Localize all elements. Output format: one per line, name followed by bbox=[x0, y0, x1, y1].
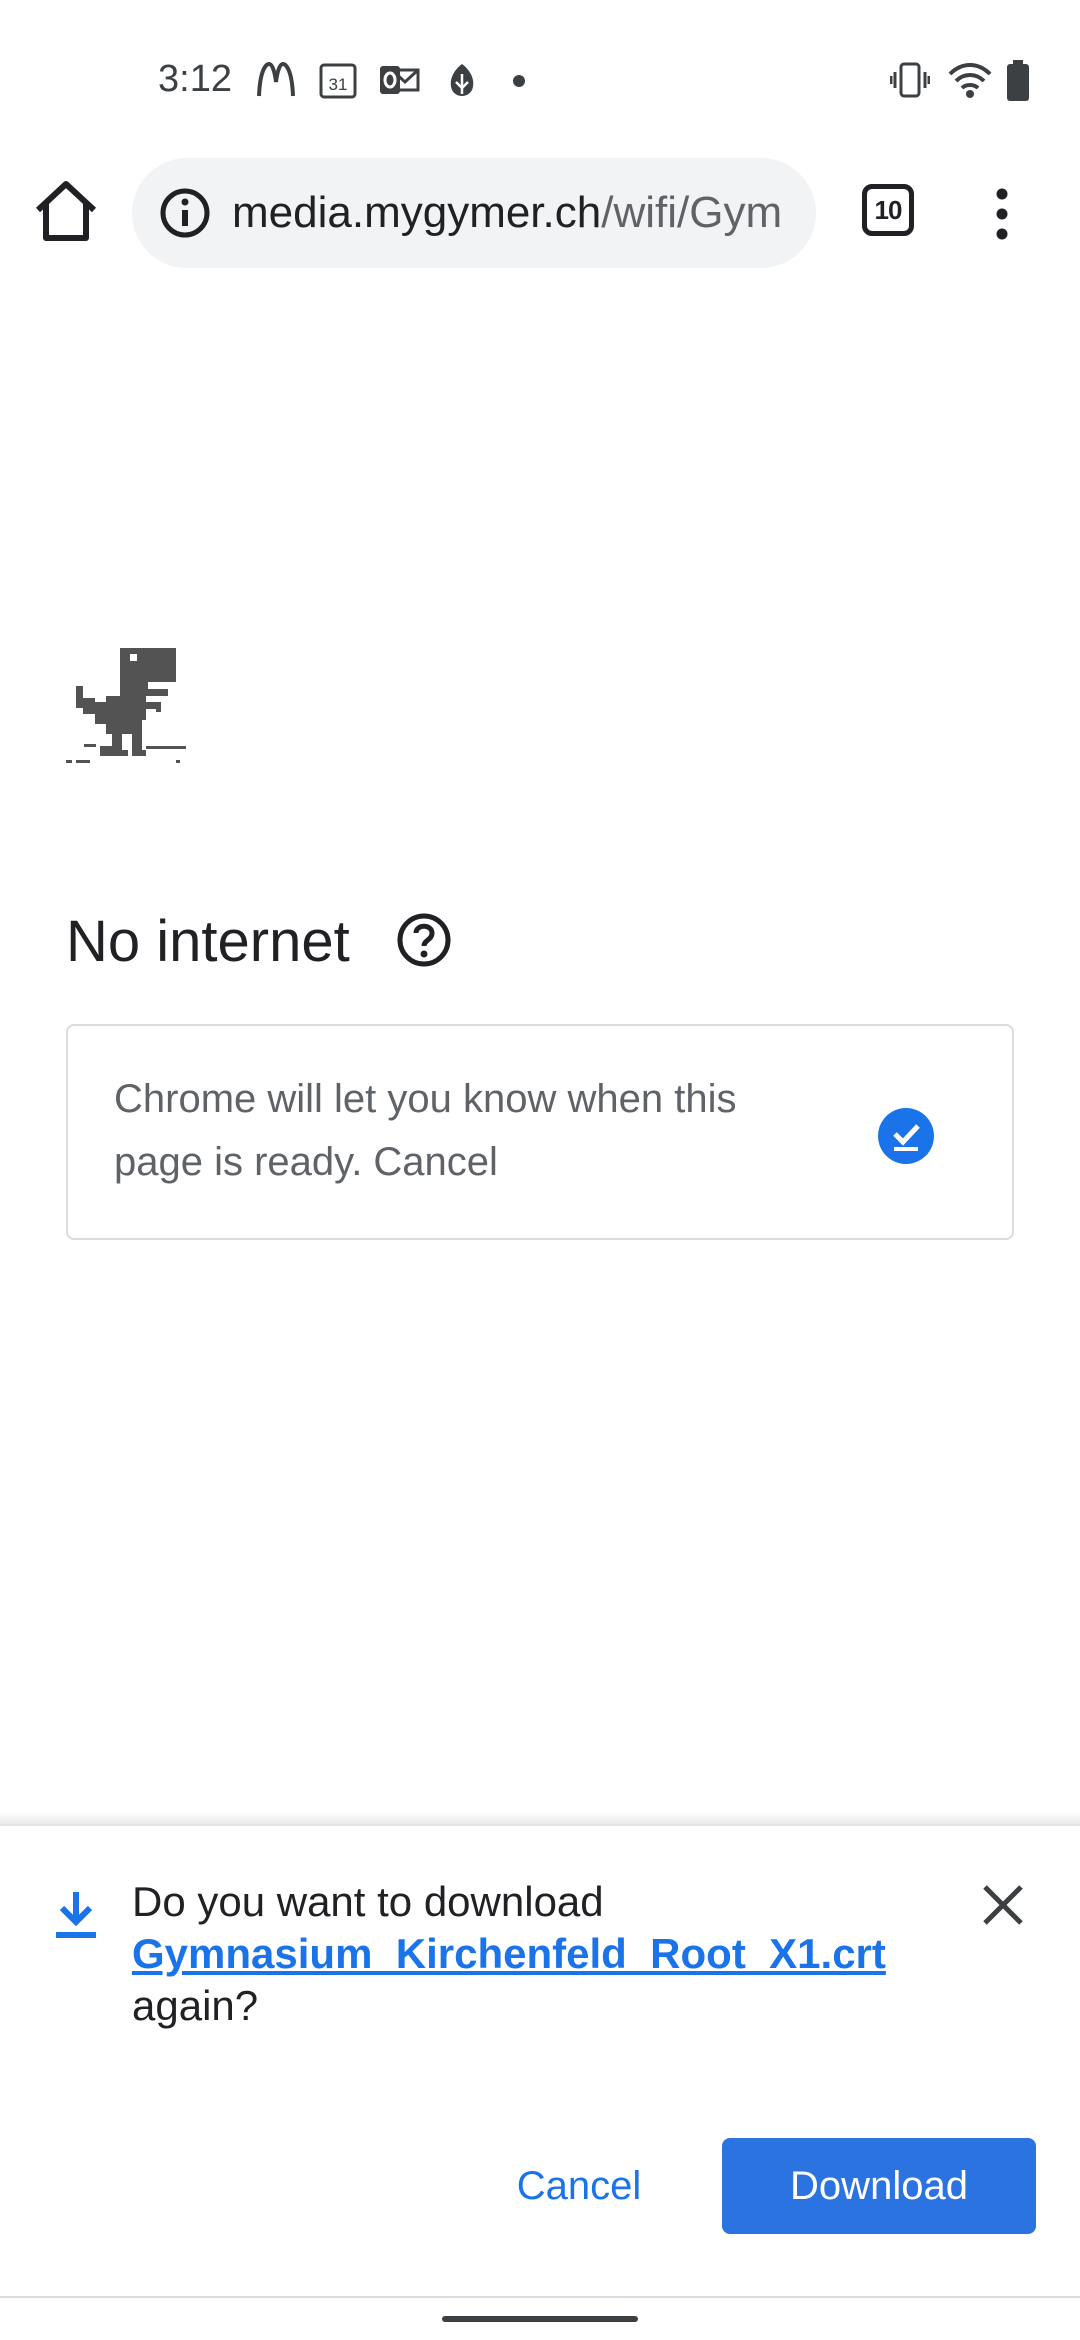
leaf-app-icon bbox=[450, 64, 474, 96]
svg-text:31: 31 bbox=[329, 75, 348, 94]
calendar-icon: 31 bbox=[319, 63, 357, 99]
question-prefix: Do you want to download bbox=[132, 1878, 604, 1925]
mcdonalds-icon bbox=[257, 61, 295, 97]
close-icon[interactable] bbox=[980, 1882, 1026, 1928]
home-button[interactable] bbox=[30, 176, 102, 248]
file-name-link[interactable]: Gymnasium_Kirchenfeld_Root_X1.crt bbox=[132, 1928, 932, 1980]
check-circle-icon bbox=[878, 1108, 934, 1164]
vibrate-icon bbox=[890, 62, 930, 98]
tab-switcher-button[interactable]: 10 bbox=[862, 184, 922, 244]
url-host: media.mygymer.ch bbox=[232, 188, 602, 237]
gesture-nav-handle[interactable] bbox=[442, 2316, 638, 2322]
question-suffix: again? bbox=[132, 1982, 259, 2029]
cancel-button[interactable]: Cancel bbox=[484, 2138, 674, 2234]
download-icon bbox=[56, 1892, 96, 1938]
url-text[interactable]: media.mygymer.ch/wifi/Gym bbox=[232, 188, 782, 238]
tab-count: 10 bbox=[862, 184, 914, 236]
url-path: /wifi/Gym bbox=[601, 188, 783, 237]
dino-icon bbox=[66, 648, 186, 763]
wifi-icon bbox=[948, 63, 992, 98]
download-question: Do you want to download Gymnasium_Kirche… bbox=[132, 1876, 932, 2032]
download-button[interactable]: Download bbox=[722, 2138, 1036, 2234]
help-icon[interactable] bbox=[396, 912, 452, 968]
divider bbox=[0, 2296, 1080, 2298]
battery-icon bbox=[1007, 60, 1029, 101]
page-title: No internet bbox=[66, 909, 350, 974]
notify-card: Chrome will let you know when this page … bbox=[66, 1024, 1014, 1240]
more-menu-icon[interactable] bbox=[990, 188, 1014, 240]
outlook-icon bbox=[380, 66, 420, 94]
notify-text[interactable]: Chrome will let you know when this page … bbox=[114, 1068, 834, 1194]
info-icon[interactable] bbox=[158, 186, 212, 240]
dot-icon bbox=[513, 75, 525, 87]
status-time: 3:12 bbox=[158, 58, 232, 100]
address-bar[interactable]: media.mygymer.ch/wifi/Gym bbox=[132, 158, 816, 268]
